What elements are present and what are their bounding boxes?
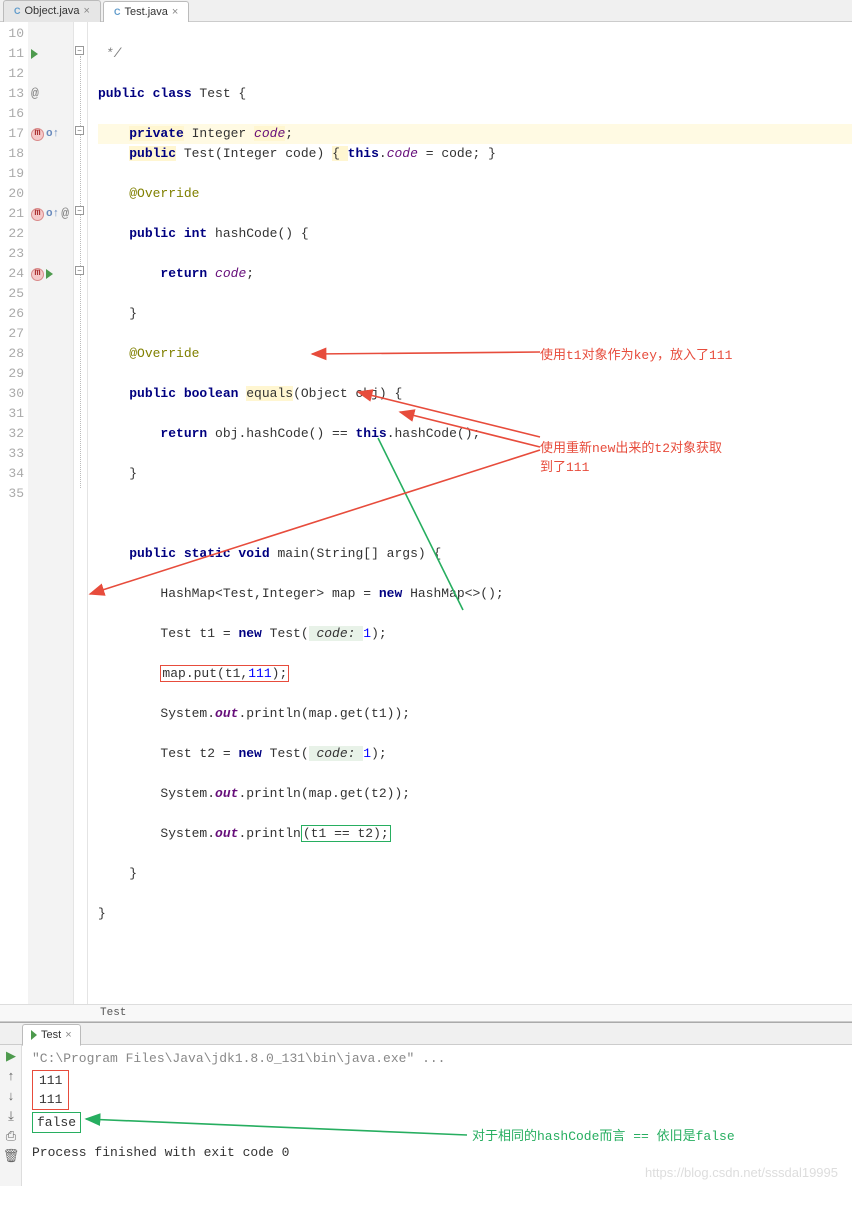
gutter-row: mo↑	[28, 124, 73, 144]
line-number: 20	[0, 184, 28, 204]
gutter-row	[28, 104, 73, 124]
line-number: 29	[0, 364, 28, 384]
override-up-icon[interactable]: o↑	[46, 124, 59, 144]
console-output[interactable]: "C:\Program Files\Java\jdk1.8.0_131\bin\…	[22, 1045, 852, 1186]
line-number: 12	[0, 64, 28, 84]
watermark: https://blog.csdn.net/sssdal19995	[645, 1163, 838, 1182]
annotation-hashcode: 对于相同的hashCode而言 == 依旧是false	[472, 1127, 735, 1146]
scroll-up-button[interactable]: ↑	[2, 1067, 20, 1085]
fold-toggle[interactable]: −	[75, 266, 84, 275]
clear-button[interactable]: 🗑	[2, 1147, 20, 1165]
gutter-row	[28, 24, 73, 44]
gutter-row	[28, 404, 73, 424]
gutter-row	[28, 424, 73, 444]
line-number: 19	[0, 164, 28, 184]
line-number: 13	[0, 84, 28, 104]
rerun-button[interactable]: ▶	[2, 1047, 20, 1065]
code-area[interactable]: */ public class Test { private Integer c…	[88, 22, 852, 1004]
gutter-row	[28, 64, 73, 84]
line-number: 26	[0, 304, 28, 324]
line-number: 22	[0, 224, 28, 244]
method-marker-icon[interactable]: m	[31, 268, 44, 281]
code-text: */	[98, 46, 121, 61]
line-number: 25	[0, 284, 28, 304]
gutter-row	[28, 144, 73, 164]
fold-toggle[interactable]: −	[75, 46, 84, 55]
line-number: 28	[0, 344, 28, 364]
line-number: 21	[0, 204, 28, 224]
gutter-row	[28, 164, 73, 184]
line-number: 23	[0, 244, 28, 264]
gutter-row	[28, 184, 73, 204]
line-number: 27	[0, 324, 28, 344]
gutter-row	[28, 344, 73, 364]
line-number-gutter: 1011121316171819202122232425262728293031…	[0, 22, 28, 1004]
close-icon[interactable]: ×	[65, 1029, 71, 1041]
gutter-row	[28, 44, 73, 64]
tab-label: Object.java	[25, 5, 80, 17]
output-false-box: false	[32, 1112, 81, 1133]
class-icon: C	[14, 6, 21, 16]
gutter-row: mo↑@	[28, 204, 73, 224]
run-icon	[31, 1030, 37, 1040]
line-number: 24	[0, 264, 28, 284]
method-marker-icon[interactable]: m	[31, 128, 44, 141]
console-toolbar: ▶ ↑ ↓ ⤓ ⎙ 🗑	[0, 1045, 22, 1186]
line-number: 16	[0, 104, 28, 124]
console: ▶ ↑ ↓ ⤓ ⎙ 🗑 "C:\Program Files\Java\jdk1.…	[0, 1045, 852, 1186]
line-number: 11	[0, 44, 28, 64]
gutter-row	[28, 364, 73, 384]
run-tab-test[interactable]: Test ×	[22, 1024, 81, 1046]
gutter-row	[28, 284, 73, 304]
console-cmd: "C:\Program Files\Java\jdk1.8.0_131\bin\…	[32, 1049, 842, 1068]
line-number: 10	[0, 24, 28, 44]
run-gutter-icon[interactable]	[31, 49, 38, 59]
scroll-down-button[interactable]: ↓	[2, 1087, 20, 1105]
editor-tab-bar: C Object.java × C Test.java ×	[0, 0, 852, 22]
override-up-icon[interactable]: o↑	[46, 204, 59, 224]
gutter-row	[28, 384, 73, 404]
fold-gutter: − − − −	[74, 22, 88, 1004]
gutter-row	[28, 224, 73, 244]
run-gutter-icon[interactable]	[46, 269, 53, 279]
line-number: 32	[0, 424, 28, 444]
override-at-icon: @	[61, 204, 69, 224]
override-at-icon: @	[31, 84, 39, 104]
tab-label: Test.java	[124, 6, 167, 18]
gutter-row	[28, 324, 73, 344]
close-icon[interactable]: ×	[172, 6, 178, 18]
eq-highlight: (t1 == t2);	[301, 825, 391, 842]
class-icon: C	[114, 7, 121, 17]
fold-toggle[interactable]: −	[75, 206, 84, 215]
annotation-get: 使用重新new出来的t2对象获取 到了111	[540, 437, 722, 475]
gutter-row: @	[28, 84, 73, 104]
gutter-row	[28, 464, 73, 484]
line-number: 31	[0, 404, 28, 424]
gutter-row	[28, 484, 73, 504]
line-number: 17	[0, 124, 28, 144]
gutter-row	[28, 244, 73, 264]
run-tab-bar: Test ×	[0, 1023, 852, 1045]
method-marker-icon[interactable]: m	[31, 208, 44, 221]
output-111-box: 111 111	[32, 1070, 69, 1110]
line-number: 35	[0, 484, 28, 504]
close-icon[interactable]: ×	[84, 5, 90, 17]
gutter-row: m	[28, 264, 73, 284]
annotation-put: 使用t1对象作为key，放入了111	[540, 344, 732, 363]
export-button[interactable]: ⤓	[2, 1107, 20, 1125]
print-button[interactable]: ⎙	[2, 1127, 20, 1145]
fold-toggle[interactable]: −	[75, 126, 84, 135]
breadcrumb[interactable]: Test	[0, 1004, 852, 1022]
gutter-row	[28, 444, 73, 464]
line-number: 30	[0, 384, 28, 404]
code-editor[interactable]: 1011121316171819202122232425262728293031…	[0, 22, 852, 1004]
put-highlight: map.put(t1,111);	[160, 665, 289, 682]
tab-test-java[interactable]: C Test.java ×	[103, 1, 189, 23]
line-number: 33	[0, 444, 28, 464]
marker-gutter: @mo↑mo↑@m	[28, 22, 74, 1004]
tab-object-java[interactable]: C Object.java ×	[3, 0, 101, 22]
line-number: 18	[0, 144, 28, 164]
line-number: 34	[0, 464, 28, 484]
gutter-row	[28, 304, 73, 324]
